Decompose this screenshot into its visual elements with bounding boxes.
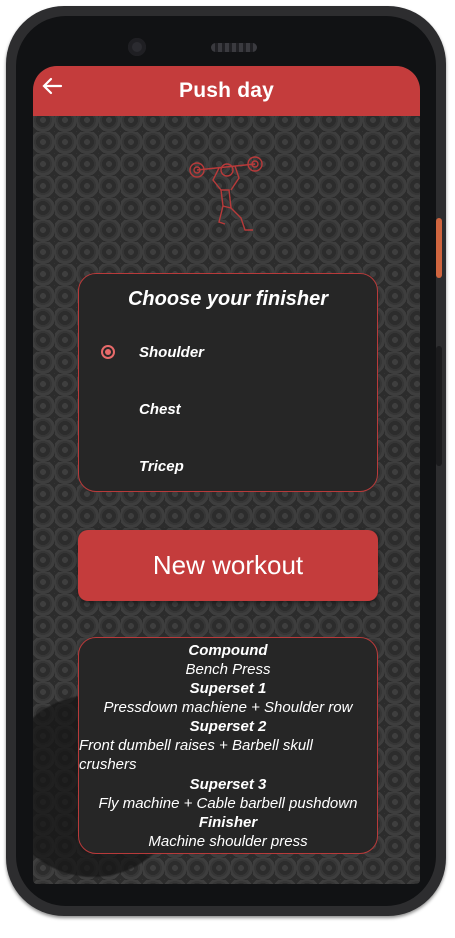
compound-exercise: Bench Press [185, 661, 271, 678]
radio-unselected-icon[interactable] [101, 402, 115, 416]
new-workout-button[interactable]: New workout [78, 530, 378, 601]
superset2-heading: Superset 2 [189, 718, 267, 735]
superset2-exercises: Front dumbell raises + Barbell skull cru… [79, 737, 313, 773]
weightlifter-icon [189, 156, 263, 231]
radio-unselected-icon[interactable] [101, 459, 115, 473]
superset1-exercises: Pressdown machiene + Shoulder row [103, 699, 353, 716]
finisher-card: Choose your finisher Shoulder Chest Tric… [78, 273, 378, 492]
front-camera [128, 38, 146, 56]
compound-heading: Compound [188, 642, 268, 659]
app-bar: Push day [33, 66, 420, 116]
option-label: Shoulder [139, 343, 205, 361]
superset3-heading: Superset 3 [189, 776, 267, 793]
app-screen: Push day Choose your finisher Shoulder C… [33, 66, 420, 884]
volume-button [436, 346, 442, 466]
workout-plan-card: Compound Bench Press Superset 1 Pressdow… [78, 637, 378, 854]
earpiece-speaker [211, 43, 257, 52]
option-label: Tricep [139, 457, 184, 475]
radio-selected-icon[interactable] [101, 345, 115, 359]
arrow-left-icon[interactable] [37, 75, 67, 105]
option-chest[interactable]: Chest [101, 389, 351, 429]
finisher-card-title: Choose your finisher [127, 288, 329, 310]
superset3-exercises: Fly machine + Cable barbell pushdown [98, 795, 358, 812]
option-tricep[interactable]: Tricep [101, 446, 351, 486]
option-shoulder[interactable]: Shoulder [101, 332, 351, 372]
page-title: Push day [179, 79, 274, 102]
power-button [436, 218, 442, 278]
finisher-heading: Finisher [198, 814, 258, 831]
superset1-heading: Superset 1 [189, 680, 267, 697]
finisher-exercise: Machine shoulder press [148, 833, 308, 850]
option-label: Chest [139, 400, 181, 418]
